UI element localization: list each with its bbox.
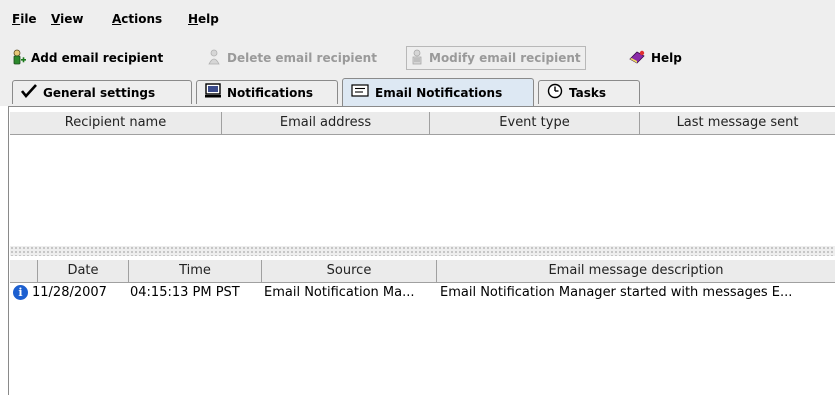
- delete-user-icon: [206, 49, 222, 68]
- column-email-message-description[interactable]: Email message description: [437, 260, 835, 282]
- help-book-icon: [628, 50, 646, 67]
- menu-view[interactable]: View: [51, 12, 83, 26]
- envelope-icon: [351, 84, 369, 101]
- add-email-recipient-button[interactable]: Add email recipient: [12, 48, 163, 68]
- clock-icon: [547, 83, 563, 103]
- split-pane-divider[interactable]: [10, 246, 835, 256]
- computer-icon: [205, 83, 221, 102]
- modify-email-recipient-button[interactable]: Modify email recipient: [406, 46, 586, 70]
- row-date: 11/28/2007: [32, 285, 107, 300]
- delete-email-recipient-button[interactable]: Delete email recipient: [206, 48, 377, 68]
- recipients-table-header: Recipient name Email address Event type …: [10, 112, 835, 135]
- column-last-message-sent[interactable]: Last message sent: [640, 112, 835, 134]
- column-date[interactable]: Date: [38, 260, 129, 282]
- column-event-type[interactable]: Event type: [430, 112, 640, 134]
- column-email-address[interactable]: Email address: [222, 112, 430, 134]
- tab-bar: General settings Notifications Email Not…: [0, 78, 835, 106]
- tab-notifications[interactable]: Notifications: [196, 80, 338, 104]
- menu-help[interactable]: Help: [188, 12, 219, 26]
- info-icon: i: [13, 285, 28, 300]
- menu-bar: File View Actions Help: [0, 0, 835, 34]
- help-button[interactable]: Help: [628, 48, 682, 68]
- messages-table-header: Date Time Source Email message descripti…: [10, 260, 835, 283]
- row-source: Email Notification Ma...: [264, 285, 415, 300]
- checkmark-icon: [20, 83, 37, 102]
- add-user-icon: [12, 49, 26, 68]
- modify-user-icon: [410, 49, 424, 68]
- tab-general-settings[interactable]: General settings: [12, 80, 192, 104]
- row-description: Email Notification Manager started with …: [440, 285, 793, 300]
- messages-table[interactable]: Date Time Source Email message descripti…: [10, 258, 835, 395]
- toolbar: Add email recipient Delete email recipie…: [0, 34, 835, 78]
- column-status-icon[interactable]: [10, 260, 38, 282]
- tab-email-notifications[interactable]: Email Notifications: [342, 78, 534, 106]
- row-time: 04:15:13 PM PST: [130, 285, 240, 300]
- menu-actions[interactable]: Actions: [112, 12, 162, 26]
- menu-file[interactable]: File: [12, 12, 37, 26]
- tab-tasks[interactable]: Tasks: [538, 80, 640, 104]
- recipients-table[interactable]: Recipient name Email address Event type …: [10, 112, 835, 244]
- table-row[interactable]: i 11/28/2007 04:15:13 PM PST Email Notif…: [10, 283, 835, 303]
- column-time[interactable]: Time: [129, 260, 262, 282]
- column-source[interactable]: Source: [262, 260, 437, 282]
- column-recipient-name[interactable]: Recipient name: [10, 112, 222, 134]
